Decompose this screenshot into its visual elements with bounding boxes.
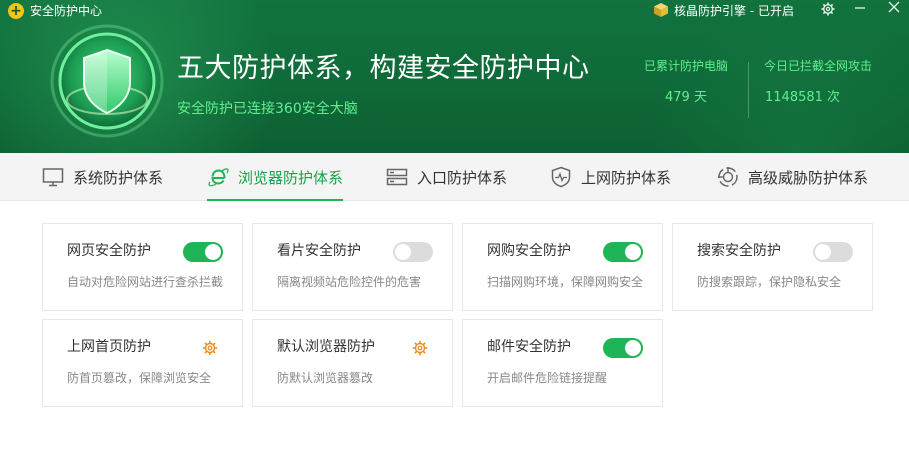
card-description: 防首页篡改，保障浏览安全 — [67, 371, 212, 385]
stat-value: 479 天 — [665, 90, 707, 105]
close-icon — [888, 1, 900, 13]
tab-advanced-threat-protection[interactable]: 高级威胁防护体系 — [717, 153, 868, 201]
toggle-knob — [625, 244, 641, 260]
window-title: 安全防护中心 — [30, 4, 103, 18]
protection-tabs: 系统防护体系 浏览器防护体系 入口防护体系 上网防护体系 高级威胁防护体系 — [0, 153, 909, 201]
card-search-protection: 搜索安全防护 防搜索跟踪，保护隐私安全 — [672, 223, 873, 311]
crystal-cube-icon — [654, 3, 668, 17]
hero-subline: 安全防护已连接360安全大脑 — [177, 101, 358, 117]
tab-entry-protection[interactable]: 入口防护体系 — [386, 153, 507, 201]
gear-icon — [821, 2, 835, 16]
stat-label: 今日已拦截全网攻击 — [763, 59, 872, 73]
shield-pulse-icon — [551, 166, 571, 188]
app-logo-icon: + — [8, 3, 24, 19]
toggle-knob — [815, 244, 831, 260]
settings-button[interactable] — [814, 0, 842, 18]
card-description: 开启邮件危险链接提醒 — [487, 371, 608, 385]
hero-headline: 五大防护体系，构建安全防护中心 — [177, 53, 590, 84]
card-title: 搜索安全防护 — [697, 243, 781, 259]
stat-divider — [748, 62, 749, 118]
card-description: 防搜索跟踪，保护隐私安全 — [697, 275, 842, 289]
header-banner: + 安全防护中心 核晶防护引擎 - 已开启 五大防护体系，构建安全防护中心 安全… — [0, 0, 909, 153]
minimize-button[interactable] — [846, 0, 874, 18]
card-email-protection: 邮件安全防护 开启邮件危险链接提醒 — [462, 319, 663, 407]
card-title: 网页安全防护 — [67, 243, 151, 259]
card-description: 扫描网购环境，保障网购安全 — [487, 275, 644, 289]
browser-e-icon — [208, 168, 229, 187]
card-homepage-protection: 上网首页防护 防首页篡改，保障浏览安全 — [42, 319, 243, 407]
stat-protected-days: 已累计防护电脑 479 天 — [634, 58, 738, 106]
close-button[interactable] — [880, 0, 908, 18]
card-description: 自动对危险网站进行查杀拦截 — [67, 275, 224, 289]
monitor-icon — [42, 168, 64, 187]
toggle-knob — [625, 340, 641, 356]
homepage-settings-gear-icon[interactable] — [202, 340, 218, 356]
toggle-knob — [205, 244, 221, 260]
card-description: 隔离视频站危险控件的危害 — [277, 275, 422, 289]
tab-system-protection[interactable]: 系统防护体系 — [42, 153, 163, 201]
minimize-icon — [855, 7, 865, 9]
tab-label: 浏览器防护体系 — [238, 168, 344, 187]
card-default-browser-protection: 默认浏览器防护 防默认浏览器篡改 — [252, 319, 453, 407]
search-protection-toggle[interactable] — [813, 242, 853, 262]
engine-status-button[interactable]: 核晶防护引擎 - 已开启 — [653, 0, 794, 20]
card-title: 上网首页防护 — [67, 339, 151, 355]
tab-label: 入口防护体系 — [417, 168, 508, 187]
stat-value: 1148581 次 — [765, 90, 841, 105]
webpage-protection-toggle[interactable] — [183, 242, 223, 262]
stat-blocked-attacks: 今日已拦截全网攻击 1148581 次 — [759, 58, 877, 106]
card-description: 防默认浏览器篡改 — [277, 371, 374, 385]
card-title: 邮件安全防护 — [487, 339, 571, 355]
stat-label: 已累计防护电脑 — [643, 59, 728, 73]
video-protection-toggle[interactable] — [393, 242, 433, 262]
tab-label: 上网防护体系 — [581, 168, 672, 187]
card-shopping-protection: 网购安全防护 扫描网购环境，保障网购安全 — [462, 223, 663, 311]
shield-emblem-icon — [50, 24, 164, 138]
card-title: 看片安全防护 — [277, 243, 361, 259]
default-browser-settings-gear-icon[interactable] — [412, 340, 428, 356]
card-title: 默认浏览器防护 — [277, 339, 375, 355]
shopping-protection-toggle[interactable] — [603, 242, 643, 262]
card-title: 网购安全防护 — [487, 243, 571, 259]
tab-label: 系统防护体系 — [73, 168, 164, 187]
tab-internet-protection[interactable]: 上网防护体系 — [550, 153, 671, 201]
radar-icon — [718, 167, 738, 187]
card-webpage-protection: 网页安全防护 自动对危险网站进行查杀拦截 — [42, 223, 243, 311]
engine-status-label: 核晶防护引擎 - 已开启 — [674, 3, 794, 18]
toggle-knob — [395, 244, 411, 260]
tab-label: 高级威胁防护体系 — [748, 168, 869, 187]
email-protection-toggle[interactable] — [603, 338, 643, 358]
tab-browser-protection[interactable]: 浏览器防护体系 — [207, 153, 344, 201]
server-icon — [386, 168, 408, 186]
card-video-protection: 看片安全防护 隔离视频站危险控件的危害 — [252, 223, 453, 311]
